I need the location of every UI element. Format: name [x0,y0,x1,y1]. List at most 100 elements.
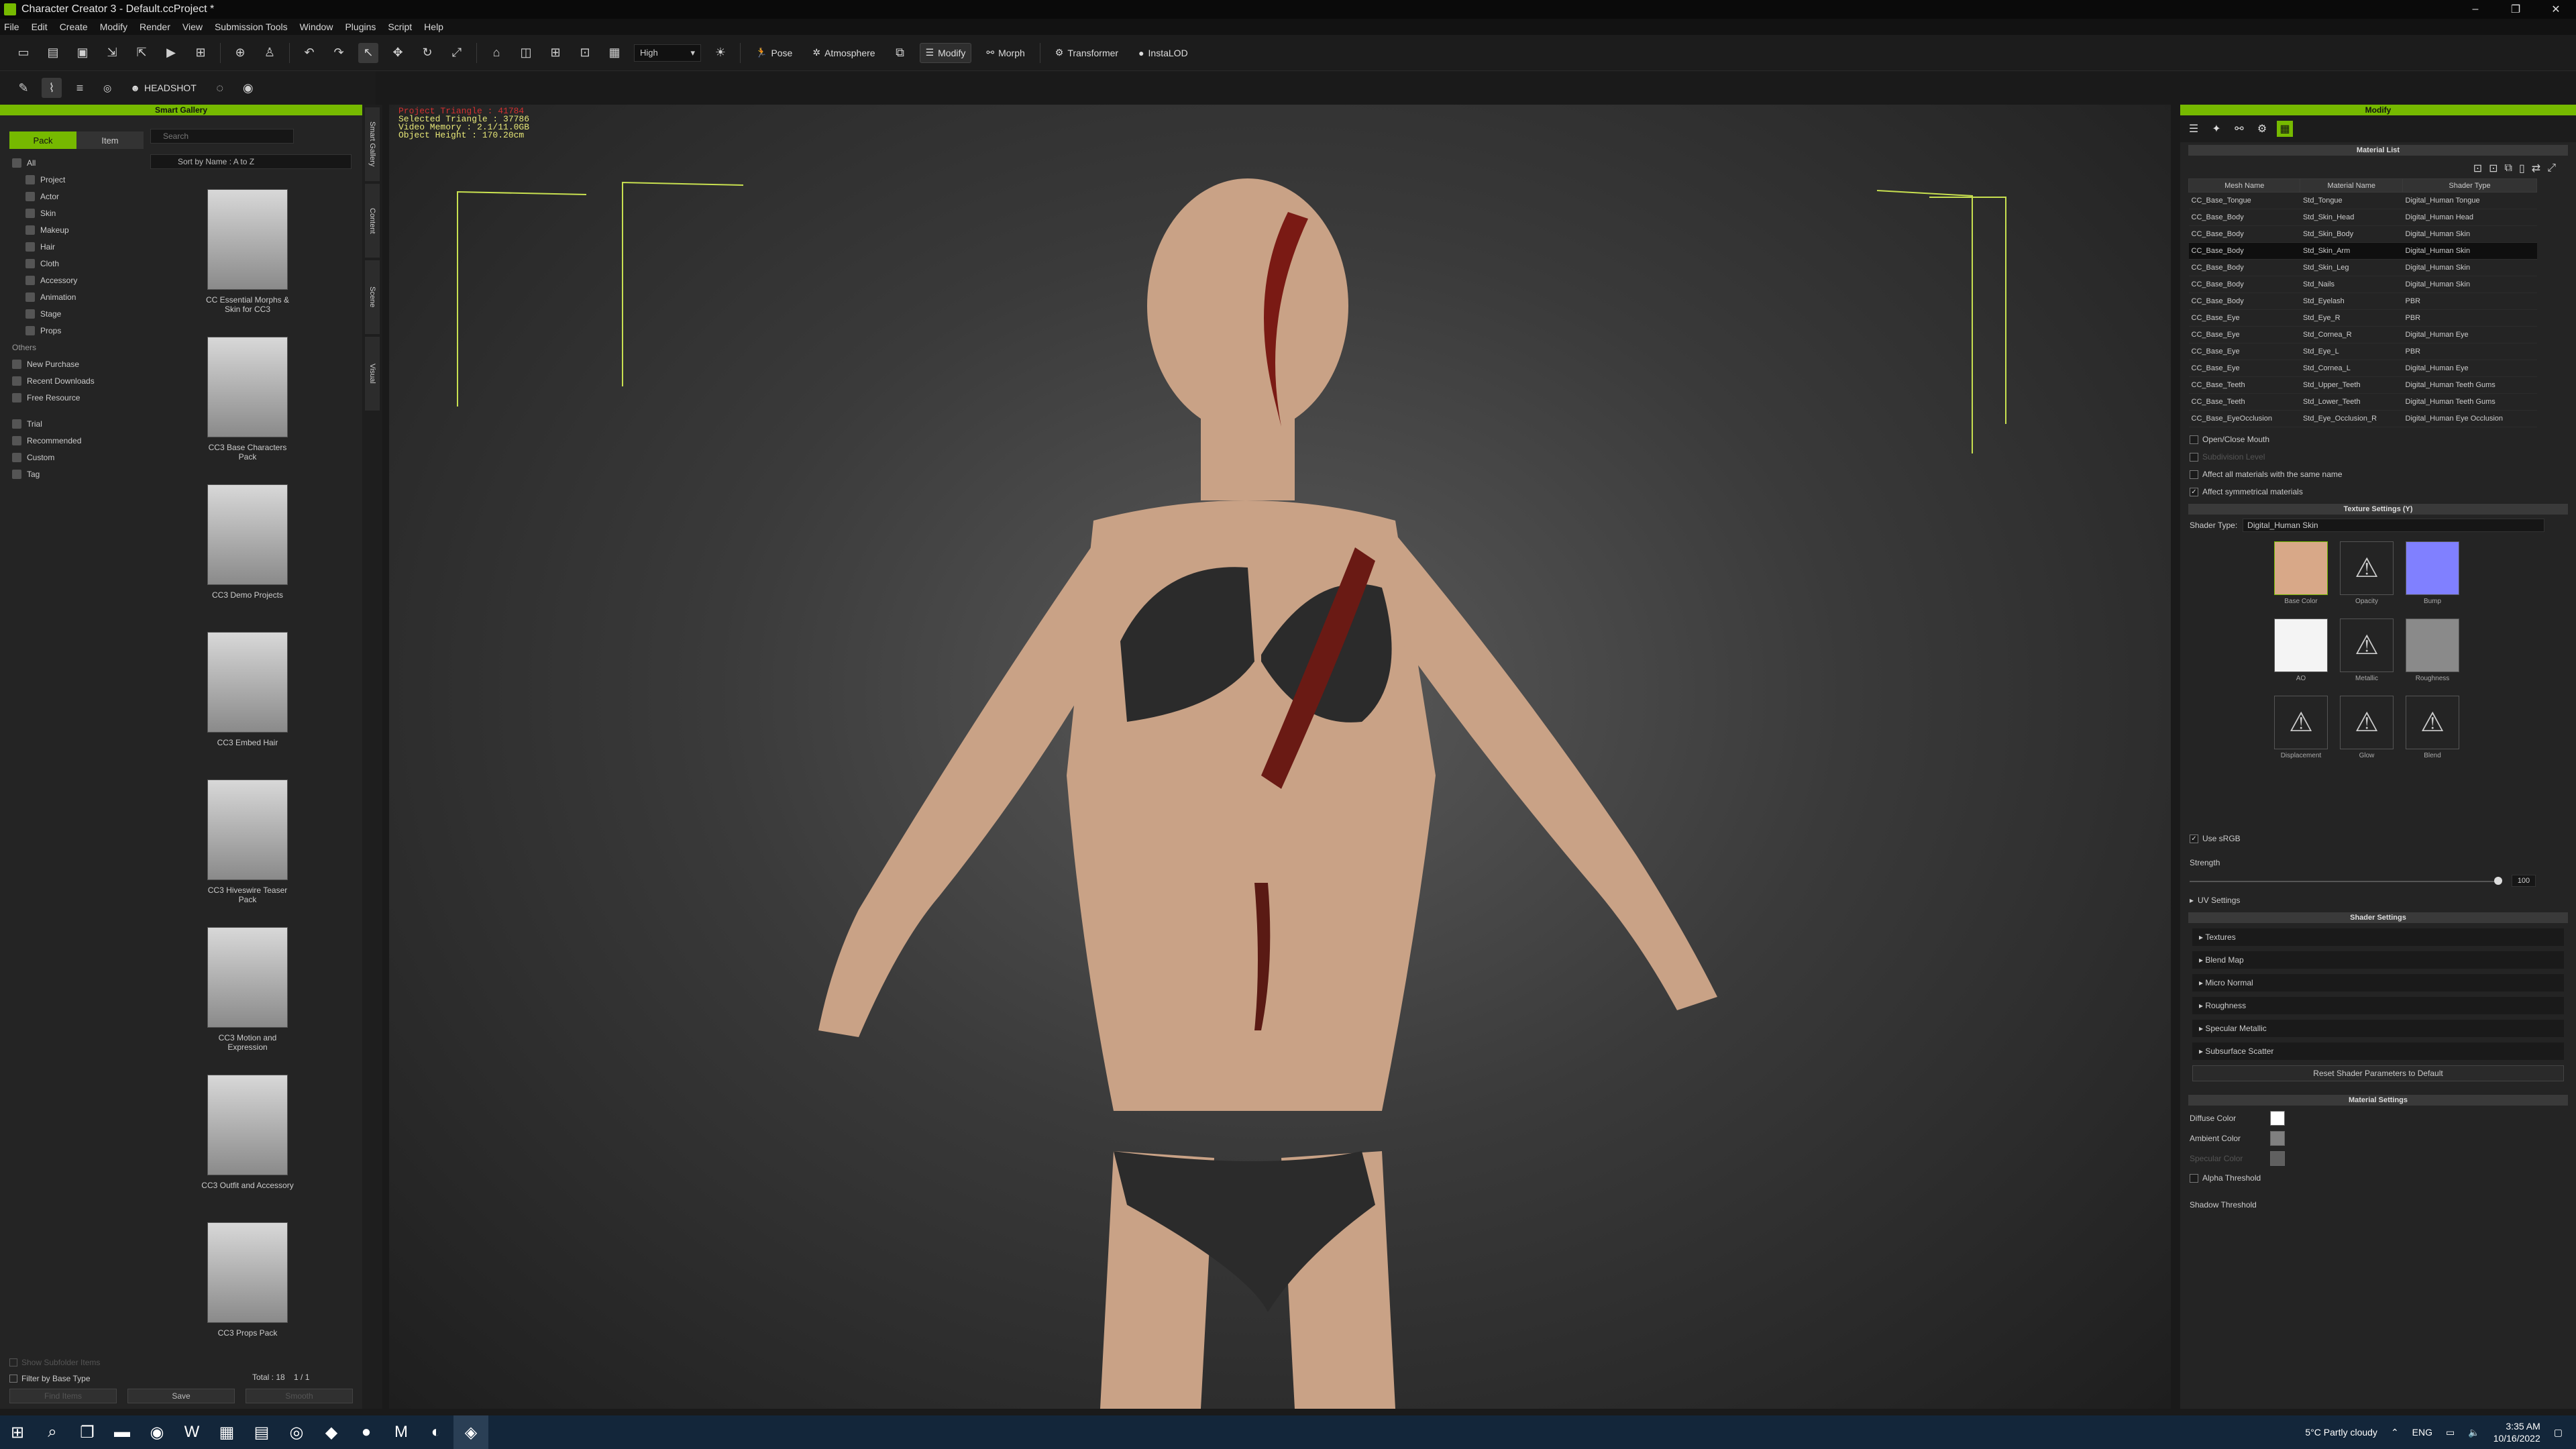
content-icon[interactable]: ⧉ [890,43,910,63]
save-icon[interactable]: ⊡ [2489,162,2498,175]
filter-item[interactable]: Custom [12,449,140,466]
open-close-mouth-checkbox[interactable]: Open/Close Mouth [2190,434,2567,445]
character-creator-icon[interactable]: ◈ [453,1415,488,1449]
tab-visual[interactable]: Visual [365,337,380,411]
menu-view[interactable]: View [182,21,203,32]
menu-script[interactable]: Script [388,21,412,32]
texture-slot[interactable]: ⚠ Opacity [2340,541,2394,605]
tree-item-props[interactable]: Props [12,322,140,339]
clock[interactable]: 3:35 AM 10/16/2022 [2493,1420,2540,1444]
maya-icon[interactable]: M [384,1415,419,1449]
tree-item-animation[interactable]: Animation [12,288,140,305]
sliders-icon[interactable]: ☰ [2186,121,2202,137]
redo-icon[interactable]: ↷ [329,43,349,63]
affect-symmetrical-checkbox[interactable]: ✓ Affect symmetrical materials [2190,486,2567,497]
specular-color-swatch[interactable] [2270,1151,2285,1166]
tree-item-stage[interactable]: Stage [12,305,140,322]
network-icon[interactable]: ▭ [2446,1427,2455,1438]
swap-icon[interactable]: ⇄ [2532,162,2540,175]
tree-item-makeup[interactable]: Makeup [12,221,140,238]
modify-button[interactable]: ☰ Modify [919,42,972,63]
reset-shader-button[interactable]: Reset Shader Parameters to Default [2192,1065,2564,1081]
search-icon[interactable]: ⌕ [35,1415,70,1449]
others-item[interactable]: New Purchase [12,356,140,372]
menu-file[interactable]: File [4,21,19,32]
camera-icon[interactable]: ⌂ [486,43,506,63]
table-row[interactable]: CC_Base_Eye Std_Cornea_R Digital_Human Eye [2188,326,2537,343]
adjust-icon[interactable]: ⚙ [2254,121,2270,137]
pencil-icon[interactable]: ✎ [13,78,34,98]
shader-section[interactable]: ▸ Roughness [2192,997,2564,1014]
tray-chevron-icon[interactable]: ⌃ [2391,1427,2399,1438]
tree-item-project[interactable]: Project [12,171,140,188]
import-icon[interactable]: ⇲ [102,43,122,63]
filter-item[interactable]: Recommended [12,432,140,449]
person-icon[interactable]: ♙ [260,43,280,63]
mic-icon[interactable]: ◉ [238,78,258,98]
texture-slot[interactable]: ⚠ Metallic [2340,619,2394,682]
sort-select[interactable]: Sort by Name : A to Z [150,154,352,169]
column-header[interactable]: Shader Type [2402,178,2537,193]
pack-item[interactable]: CC3 Demo Projects [150,484,345,632]
rotate-icon[interactable]: ↻ [417,43,437,63]
table-row[interactable]: CC_Base_Eye Std_Eye_R PBR [2188,309,2537,327]
pack-item[interactable]: CC3 Hiveswire Teaser Pack [150,780,345,927]
filter-item[interactable]: Trial [12,415,140,432]
blender-icon[interactable]: ◐ [419,1415,453,1449]
material-icon[interactable]: ▦ [2277,121,2293,137]
texture-slot[interactable]: ⚠ Glow [2340,696,2394,759]
shader-type-select[interactable]: Digital_Human Skin [2243,519,2545,532]
minimize-button[interactable]: – [2455,0,2496,19]
menu-plugins[interactable]: Plugins [345,21,376,32]
render-icon[interactable]: ▶ [161,43,181,63]
3d-viewport[interactable]: Project Triangle : 41784 Selected Triang… [389,105,2171,1409]
export-icon[interactable]: ⇱ [131,43,152,63]
morph-icon[interactable]: ⚯ [2231,121,2247,137]
menu-modify[interactable]: Modify [100,21,127,32]
transformer-button[interactable]: ⚙ Transformer [1050,43,1124,63]
alpha-threshold-checkbox[interactable]: Alpha Threshold [2190,1173,2567,1183]
pack-item[interactable]: CC Essential Morphs & Skin for CC3 [150,189,345,337]
word-icon[interactable]: W [174,1415,209,1449]
render-settings-icon[interactable]: ⊞ [191,43,211,63]
table-row[interactable]: CC_Base_EyeOcclusion Std_Eye_Occlusion_R D… [2188,410,2537,427]
whatsapp-icon[interactable]: ◎ [279,1415,314,1449]
tab-item[interactable]: Item [76,131,144,149]
select-icon[interactable]: ↖ [358,42,378,63]
tree-item-accessory[interactable]: Accessory [12,272,140,288]
move-icon[interactable]: ✥ [388,43,408,63]
chrome-icon[interactable]: ◉ [140,1415,174,1449]
language-indicator[interactable]: ENG [2412,1427,2432,1438]
atmosphere-button[interactable]: ✲ Atmosphere [807,43,880,63]
new-file-icon[interactable]: ▭ [13,43,34,63]
morph-button[interactable]: ⚯ Morph [981,43,1030,63]
smooth-button[interactable]: Smooth [246,1389,353,1403]
start-icon[interactable]: ⊞ [0,1415,35,1449]
affect-same-name-checkbox[interactable]: Affect all materials with the same name [2190,469,2567,480]
notepad-icon[interactable]: ▤ [244,1415,279,1449]
tree-item-skin[interactable]: Skin [12,205,140,221]
texture-slot[interactable]: Roughness [2406,619,2459,682]
pack-item[interactable]: CC3 Outfit and Accessory [150,1075,345,1222]
undo-icon[interactable]: ↶ [299,43,319,63]
close-button[interactable]: ✕ [2536,0,2576,19]
shader-section[interactable]: ▸ Blend Map [2192,951,2564,969]
filter-base-checkbox[interactable]: Filter by Base Type [9,1374,91,1383]
menu-render[interactable]: Render [140,21,170,32]
use-srgb-checkbox[interactable]: ✓ Use sRGB [2190,833,2567,844]
view-single-icon[interactable]: ◫ [516,43,536,63]
task-view-icon[interactable]: ❐ [70,1415,105,1449]
show-subfolder-checkbox[interactable]: Show Subfolder Items [9,1358,100,1367]
texture-slot[interactable]: ⚠ Blend [2406,696,2459,759]
volume-icon[interactable]: 🔈 [2468,1427,2479,1438]
copy-icon[interactable]: ⧉ [2505,162,2512,174]
table-row[interactable]: CC_Base_Body Std_Skin_Body Digital_Human S… [2188,225,2537,243]
table-row[interactable]: CC_Base_Body Std_Eyelash PBR [2188,292,2537,310]
quality-select[interactable]: High ▾ [634,44,701,62]
substance-button[interactable]: ◎ [98,78,117,98]
table-row[interactable]: CC_Base_Body Std_Skin_Head Digital_Human H… [2188,209,2537,226]
gallery-search-input[interactable]: Search [150,129,294,144]
table-row[interactable]: CC_Base_Teeth Std_Upper_Teeth Digital_Huma… [2188,376,2537,394]
save-icon[interactable]: ▣ [72,43,93,63]
table-row[interactable]: CC_Base_Teeth Std_Lower_Teeth Digital_Huma… [2188,393,2537,411]
